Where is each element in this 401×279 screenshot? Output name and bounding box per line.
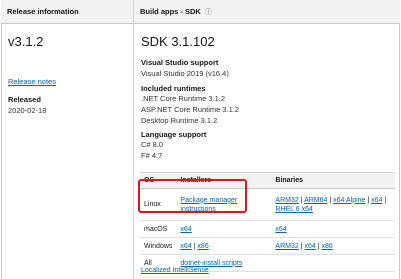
installers-cell: x64 | x86 — [176, 237, 272, 255]
dotnet-install-scripts-link[interactable]: dotnet-install scripts — [180, 260, 242, 267]
os-cell: Windows — [140, 237, 177, 255]
sdk-version-title: SDK 3.1.102 — [141, 34, 215, 49]
installer-link[interactable]: x64 — [180, 226, 191, 233]
installers-cell: x64 — [176, 220, 272, 238]
released-date: 2020-02-18 — [8, 106, 47, 115]
binaries-cell: ARM32 | ARM64 | x64 Alpine | x64 | RHEL … — [271, 188, 395, 221]
column-header-binaries: Binaries — [271, 172, 395, 189]
binary-link[interactable]: x64 — [275, 226, 286, 233]
installer-link[interactable]: x64 — [180, 243, 191, 250]
binary-link[interactable]: ARM32 — [275, 197, 298, 204]
release-info-column: v3.1.2 Release notes Released 2020-02-18 — [1, 24, 134, 279]
vs-support-value: Visual Studio 2019 (v16.4) — [141, 69, 229, 78]
runtime-item: Desktop Runtime 3.1.2 — [141, 116, 218, 125]
binaries-cell: ARM32 | x64 | x86 — [271, 237, 395, 255]
binary-link[interactable]: x64 — [304, 243, 315, 250]
release-info-title: Release information — [7, 7, 79, 16]
table-row: macOS x64 x64 — [140, 220, 395, 238]
binary-link[interactable]: x86 — [321, 243, 332, 250]
language-support-label: Language support — [141, 130, 207, 139]
info-circle-icon[interactable]: ⓘ — [205, 9, 212, 16]
binary-link[interactable]: ARM32 — [275, 243, 298, 250]
localized-intellisense-link[interactable]: Localized IntelliSense — [141, 267, 209, 274]
release-notes-link[interactable]: Release notes — [8, 77, 56, 86]
release-info-header: Release information — [1, 0, 134, 24]
table-row: Windows x64 | x86 ARM32 | x64 | x86 — [140, 237, 395, 255]
runtime-item: ASP.NET Core Runtime 3.1.2 — [141, 105, 240, 114]
binary-link[interactable]: x64 — [371, 197, 382, 204]
binaries-cell — [271, 254, 395, 272]
language-item: F# 4.7 — [141, 151, 163, 160]
binary-link[interactable]: RHEL 6 x64 — [275, 206, 312, 213]
released-label: Released — [8, 95, 41, 104]
sdk-column: SDK 3.1.102 Visual Studio support Visual… — [134, 24, 400, 279]
included-runtimes-label: Included runtimes — [141, 84, 206, 93]
vs-support-label: Visual Studio support — [141, 58, 219, 67]
runtime-item: .NET Core Runtime 3.1.2 — [141, 94, 226, 103]
build-apps-title: Build apps - SDK — [140, 7, 201, 16]
release-version: v3.1.2 — [8, 34, 44, 49]
language-item: C# 8.0 — [141, 140, 164, 149]
binary-link[interactable]: x64 Alpine — [333, 197, 365, 204]
linux-installer-highlight-box — [138, 179, 247, 213]
os-cell: macOS — [140, 220, 177, 238]
binaries-cell: x64 — [271, 220, 395, 238]
build-apps-header: Build apps - SDK ⓘ — [134, 0, 400, 24]
installer-link[interactable]: x86 — [197, 243, 208, 250]
binary-link[interactable]: ARM64 — [304, 197, 327, 204]
